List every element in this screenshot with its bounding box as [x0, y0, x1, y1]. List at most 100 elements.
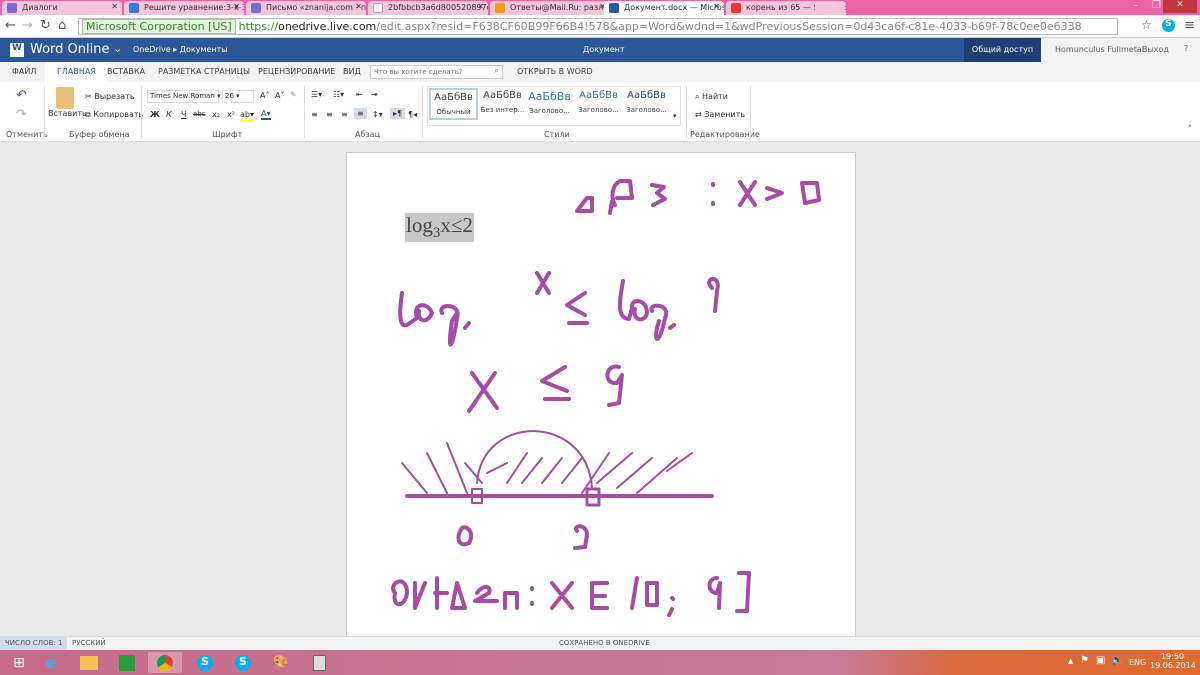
new-tab-button[interactable]	[815, 1, 845, 15]
cut-button[interactable]: ✂ Вырезать	[85, 92, 135, 101]
tab-review[interactable]: РЕЦЕНЗИРОВАНИЕ	[258, 67, 335, 76]
breadcrumb-documents[interactable]: Документы	[180, 45, 228, 54]
tab-file[interactable]: ФАЙЛ	[12, 67, 36, 76]
store-icon[interactable]	[110, 652, 144, 673]
start-button[interactable]: ⊞	[2, 652, 36, 673]
skype-icon[interactable]: S	[1162, 19, 1175, 32]
bold-button[interactable]: Ж	[150, 110, 160, 119]
chrome-icon[interactable]	[148, 652, 182, 673]
paste-icon[interactable]	[56, 87, 74, 109]
bullets-icon[interactable]: ☰▾	[311, 90, 322, 99]
bookmark-star-icon[interactable]: ☆	[1141, 18, 1152, 32]
paste-button[interactable]: Вставить	[48, 109, 87, 118]
underline-button[interactable]: Ч	[181, 110, 186, 119]
clock[interactable]: 19:50 19.06.2014	[1150, 652, 1196, 670]
browser-tab[interactable]: 2bfbbcb3a6d800520897d0 ✕	[368, 1, 488, 15]
url-input[interactable]: Microsoft Corporation [US] https://onedri…	[78, 18, 1118, 35]
copy-button[interactable]: ⧉ Копировать	[85, 110, 143, 120]
skype-taskbar-icon-2[interactable]: S	[226, 652, 260, 673]
close-tab-icon[interactable]: ✕	[355, 2, 362, 11]
help-button[interactable]: ?	[1184, 44, 1188, 53]
close-tab-icon[interactable]: ✕	[477, 2, 484, 11]
align-center-icon[interactable]: ≡	[326, 110, 333, 119]
close-tab-icon[interactable]: ✕	[111, 2, 118, 11]
replace-button[interactable]: ⇄ Заменить	[695, 110, 745, 119]
minimize-button[interactable]: –	[1133, 0, 1138, 11]
browser-tab[interactable]: Ответы@Mail.Ru: разло ✕	[490, 1, 610, 15]
share-button[interactable]: Общий доступ	[964, 38, 1041, 62]
tell-me-input[interactable]: Что вы хотите сделать? ⌕	[370, 65, 503, 79]
style-normal[interactable]: АаБбВв Обычный	[429, 88, 478, 120]
action-center-flag-icon[interactable]: ⚑	[1080, 655, 1089, 666]
redo-icon[interactable]: ↷	[16, 107, 27, 122]
word-count[interactable]: ЧИСЛО СЛОВ: 1	[0, 637, 68, 650]
paint-icon[interactable]: 🎨	[264, 652, 298, 673]
style-heading-1[interactable]: АаБбВв Заголово...	[525, 88, 574, 120]
close-tab-icon[interactable]: ✕	[233, 2, 240, 11]
app-name[interactable]: Word Online	[30, 42, 109, 57]
ink-arc	[476, 430, 593, 489]
calculator-icon[interactable]	[302, 652, 336, 673]
numbering-icon[interactable]: ☷▾	[333, 90, 344, 99]
back-icon[interactable]: ←	[5, 18, 16, 33]
browser-tab[interactable]: Письмо «znanija.com - п ✕	[246, 1, 366, 15]
file-icon	[373, 3, 383, 13]
align-right-icon[interactable]: ≡	[341, 110, 348, 119]
network-icon[interactable]: ▣	[1096, 655, 1105, 666]
close-window-button[interactable]: ✕	[1163, 0, 1197, 13]
font-size-select[interactable]: 26 ▾	[222, 90, 254, 103]
strikethrough-button[interactable]: abc	[193, 110, 206, 118]
collapse-ribbon-icon[interactable]: ˄	[1188, 124, 1192, 133]
forward-icon[interactable]: →	[22, 18, 33, 33]
language-indicator[interactable]: РУССКИЙ	[72, 639, 106, 647]
font-color-icon[interactable]: A▾	[261, 109, 271, 120]
internet-explorer-icon[interactable]: e	[34, 652, 68, 673]
undo-icon[interactable]: ↶	[16, 88, 27, 103]
styles-more-icon[interactable]: ▾	[673, 112, 677, 120]
decrease-indent-icon[interactable]: ⇤	[356, 90, 363, 99]
italic-button[interactable]: К	[166, 110, 172, 119]
align-left-icon[interactable]: ≡	[311, 110, 318, 119]
line-spacing-icon[interactable]: ↕▾	[372, 110, 383, 119]
tab-view[interactable]: ВИД	[343, 67, 361, 76]
grow-font-icon[interactable]: A˄	[260, 91, 269, 100]
browser-tab[interactable]: Диалоги ✕	[2, 1, 122, 15]
justify-icon[interactable]: ≡	[354, 108, 367, 119]
home-icon[interactable]: ⌂	[58, 18, 66, 33]
find-button[interactable]: ⌕ Найти	[695, 92, 728, 102]
style-heading-3[interactable]: АаБбВв Заголово...	[622, 88, 671, 120]
subscript-button[interactable]: x₂	[212, 110, 220, 119]
rtl-icon[interactable]: ¶◂	[408, 110, 417, 119]
volume-icon[interactable]: 🔈	[1111, 655, 1123, 666]
shrink-font-icon[interactable]: A˅	[275, 91, 284, 100]
search-icon: ⌕	[493, 66, 499, 76]
skype-taskbar-icon[interactable]: S	[188, 652, 222, 673]
browser-tab-active[interactable]: Документ.docx — Micros ✕	[604, 1, 724, 15]
tab-home[interactable]: ГЛАВНАЯ	[45, 62, 108, 82]
document-page[interactable]: log3x≤2	[346, 152, 856, 642]
ltr-icon[interactable]: ▸¶	[390, 108, 406, 119]
menu-icon[interactable]: ≡	[1184, 18, 1195, 33]
superscript-button[interactable]: x²	[227, 110, 235, 119]
user-name[interactable]: Homunculus Fullmetal	[1055, 45, 1144, 54]
open-in-word-button[interactable]: ОТКРЫТЬ В WORD	[517, 67, 593, 76]
tab-insert[interactable]: ВСТАВКА	[107, 67, 145, 76]
input-language[interactable]: ENG	[1129, 658, 1146, 667]
increase-indent-icon[interactable]: ⇥	[371, 90, 378, 99]
reload-icon[interactable]: ↻	[40, 18, 51, 33]
file-explorer-icon[interactable]	[72, 652, 106, 673]
tab-page-layout[interactable]: РАЗМЕТКА СТРАНИЦЫ	[158, 67, 250, 76]
browser-tab[interactable]: Решите уравнение:3-x-3 ✕	[124, 1, 244, 15]
show-hidden-icons[interactable]: ▲	[1068, 657, 1073, 665]
restore-button[interactable]: ❐	[1152, 0, 1161, 11]
close-tab-icon[interactable]: ✕	[713, 2, 720, 11]
clear-formatting-icon[interactable]: ✎	[290, 90, 297, 99]
style-heading-2[interactable]: АаБбВв Заголово...	[574, 88, 623, 120]
document-title[interactable]: Документ	[583, 45, 625, 54]
breadcrumb-onedrive[interactable]: OneDrive	[133, 45, 171, 54]
highlight-icon[interactable]: ab▾	[240, 110, 254, 121]
sign-out-link[interactable]: Выход	[1142, 45, 1169, 54]
app-switcher-chevron-icon[interactable]: ⌄	[113, 42, 122, 55]
font-name-select[interactable]: Times New Roman ▾	[147, 90, 221, 103]
style-no-spacing[interactable]: АаБбВв Без интер...	[478, 88, 527, 120]
